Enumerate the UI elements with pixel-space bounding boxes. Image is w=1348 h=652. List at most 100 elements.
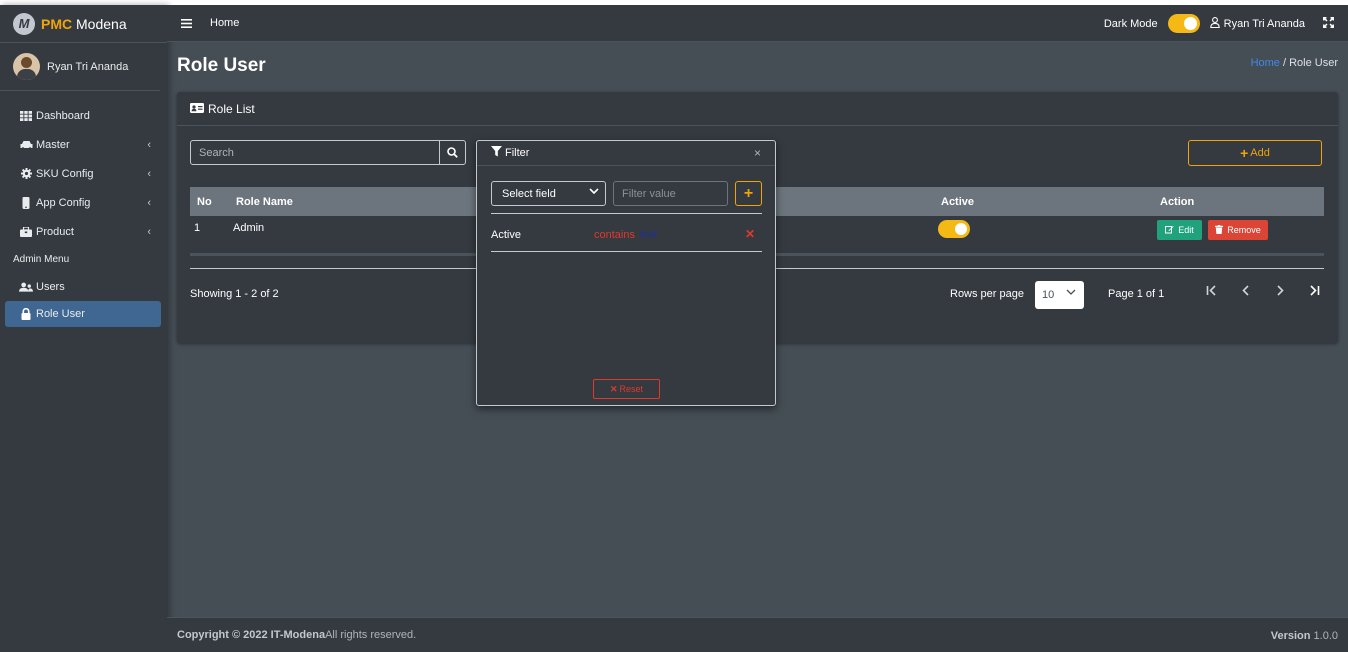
gear-icon: [19, 168, 33, 179]
search-icon: [447, 147, 458, 158]
chevron-down-icon: [589, 187, 599, 198]
sidebar-item-master[interactable]: Master ‹: [0, 130, 167, 159]
search-input[interactable]: [191, 141, 439, 164]
filter-popup: Filter × Select field Filter value + Act…: [476, 140, 776, 406]
filter-reset-button[interactable]: ✕ Reset: [593, 379, 660, 399]
last-page-icon[interactable]: [1297, 284, 1331, 299]
fullscreen-icon[interactable]: [1323, 16, 1334, 31]
rows-per-page-label: Rows per page: [950, 288, 1024, 300]
active-toggle[interactable]: [938, 220, 970, 238]
card-header: Role List: [177, 92, 1338, 126]
next-page-icon[interactable]: [1263, 284, 1297, 299]
rows-per-page-select[interactable]: 10: [1035, 281, 1084, 309]
avatar: [13, 53, 40, 80]
breadcrumb: Home / Role User: [1251, 57, 1338, 69]
top-nav-home[interactable]: Home: [210, 17, 239, 29]
brand-logo-icon: M: [13, 12, 35, 35]
card-title: Role List: [208, 101, 255, 116]
column-header-role-name[interactable]: Role Name: [236, 196, 293, 208]
sidebar-item-label: Role User: [36, 308, 85, 320]
filter-rule-remove-icon[interactable]: ✕: [745, 227, 755, 241]
breadcrumb-current: Role User: [1289, 57, 1338, 69]
sidebar-item-product[interactable]: Product ‹: [0, 217, 167, 246]
filter-reset-label: Reset: [619, 384, 644, 394]
user-icon: [1209, 16, 1220, 31]
dark-mode-toggle[interactable]: [1167, 14, 1200, 33]
version-info: Version 1.0.0: [1271, 630, 1338, 642]
chevron-left-icon: ‹: [147, 138, 151, 151]
cell-role-name: Admin: [233, 222, 265, 234]
pagination: [1195, 284, 1331, 299]
user-panel[interactable]: Ryan Tri Ananda: [0, 43, 160, 91]
close-icon: ✕: [609, 383, 618, 394]
grid-icon: [19, 110, 33, 121]
topbar: Home Dark Mode Ryan Tri Ananda: [167, 5, 1348, 42]
page-footer: Copyright © 2022 IT-Modena All rights re…: [167, 617, 1348, 652]
filter-value-input[interactable]: Filter value: [613, 181, 728, 206]
column-header-action: Action: [1160, 195, 1195, 208]
trash-icon: [1215, 224, 1224, 236]
remove-button-label: Remove: [1227, 225, 1261, 235]
rows-per-page-value: 10: [1042, 289, 1055, 301]
chevron-left-icon: ‹: [147, 167, 151, 180]
sidebar: M PMC Modena Ryan Tri Ananda Dashboard M…: [0, 5, 167, 652]
close-icon[interactable]: ×: [754, 146, 761, 160]
sidebar-item-label: SKU Config: [36, 167, 94, 180]
edit-button[interactable]: Edit: [1157, 220, 1202, 240]
filter-header: Filter: [477, 141, 775, 166]
sidebar-item-label: Dashboard: [36, 109, 90, 122]
copyright-text: Copyright © 2022 IT-Modena: [177, 629, 326, 641]
sidebar-item-users[interactable]: Users: [0, 272, 167, 301]
filter-divider: [491, 213, 762, 214]
filter-field-select-value: Select field: [502, 187, 556, 200]
topbar-user-name[interactable]: Ryan Tri Ananda: [1224, 18, 1305, 30]
id-card-icon: [190, 102, 204, 116]
filter-field-select[interactable]: Select field: [491, 181, 606, 206]
plus-icon: +: [1240, 145, 1249, 161]
sidebar-user-name: Ryan Tri Ananda: [47, 60, 129, 73]
version-label: Version: [1270, 630, 1311, 642]
version-number: 1.0.0: [1310, 630, 1338, 642]
first-page-icon[interactable]: [1195, 284, 1229, 299]
brand-name: PMC Modena: [41, 16, 127, 32]
filter-rule-value: true: [640, 229, 658, 240]
cell-no: 1: [194, 222, 201, 234]
sidebar-item-label: Product: [36, 225, 74, 238]
column-header-no[interactable]: No: [197, 196, 212, 208]
brand[interactable]: M PMC Modena: [0, 5, 167, 43]
sidebar-item-role-user[interactable]: Role User: [5, 301, 161, 327]
filter-rule-operator: contains: [594, 229, 635, 241]
sidebar-header-admin: Admin Menu: [13, 253, 70, 265]
page-info: Page 1 of 1: [1108, 288, 1165, 300]
users-icon: [19, 282, 33, 292]
sidebar-item-label: App Config: [36, 196, 91, 209]
dark-mode-label: Dark Mode: [1103, 17, 1158, 30]
filter-add-button[interactable]: +: [735, 181, 762, 206]
sidebar-item-dashboard[interactable]: Dashboard: [0, 101, 167, 130]
brand-modena: Modena: [76, 15, 127, 32]
mobile-icon: [19, 196, 33, 209]
chevron-left-icon: ‹: [147, 196, 151, 209]
add-button-label: Add: [1250, 147, 1270, 159]
filter-rule-field: Active: [491, 229, 521, 241]
car-icon: [19, 140, 33, 150]
prev-page-icon[interactable]: [1229, 284, 1263, 299]
chevron-left-icon: ‹: [147, 225, 151, 238]
breadcrumb-home-link[interactable]: Home: [1251, 57, 1280, 69]
filter-title: Filter: [505, 147, 530, 159]
sidebar-nav: Dashboard Master ‹ SKU Config ‹ App Conf…: [0, 91, 167, 327]
hamburger-menu-icon[interactable]: [181, 16, 192, 31]
column-header-active[interactable]: Active: [941, 196, 974, 208]
search-group: [190, 140, 466, 165]
remove-button[interactable]: Remove: [1208, 220, 1268, 240]
add-button[interactable]: + Add: [1188, 140, 1322, 166]
chevron-down-icon: [1066, 287, 1076, 299]
sidebar-item-sku-config[interactable]: SKU Config ‹: [0, 159, 167, 188]
lock-icon: [19, 308, 33, 320]
box-icon: [19, 226, 33, 237]
brand-pmc: PMC: [41, 15, 73, 32]
showing-count: Showing 1 - 2 of 2: [190, 288, 279, 300]
edit-button-label: Edit: [1178, 225, 1194, 235]
sidebar-item-app-config[interactable]: App Config ‹: [0, 188, 167, 217]
search-button[interactable]: [439, 141, 465, 164]
